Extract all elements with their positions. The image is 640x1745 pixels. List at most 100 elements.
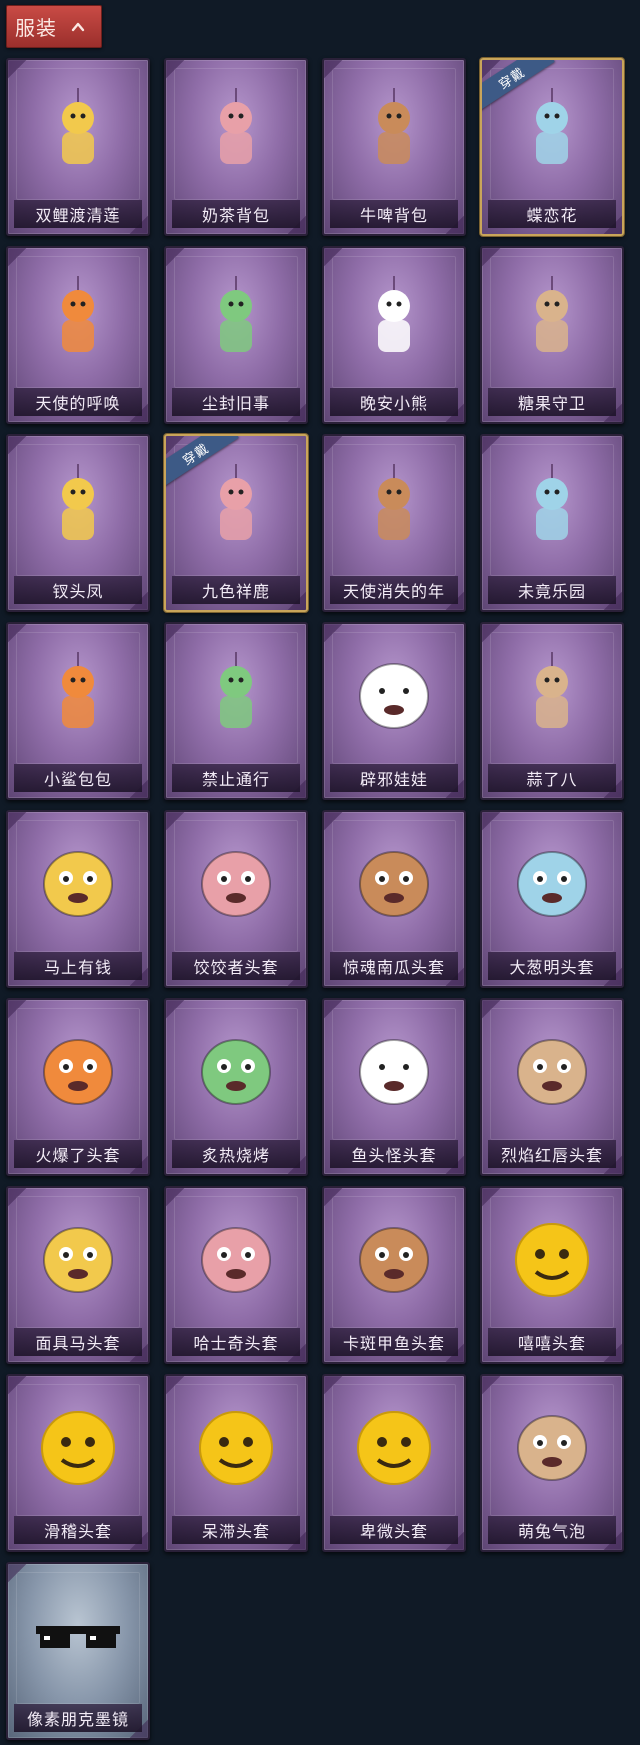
outfit-card[interactable]: 糖果守卫 [480,246,624,424]
card-label-bar: 呆滞头套 [172,1516,300,1544]
card-label-bar: 小鲨包包 [14,764,142,792]
card-label-bar: 钗头凤 [14,576,142,604]
outfit-card[interactable]: 哈士奇头套 [164,1186,308,1364]
card-label-bar: 卑微头套 [330,1516,458,1544]
outfit-card[interactable]: 嘻嘻头套 [480,1186,624,1364]
outfit-card[interactable]: 鱼头怪头套 [322,998,466,1176]
outfit-card[interactable]: 卑微头套 [322,1374,466,1552]
bunny-girl-doll-icon [504,458,600,554]
card-corner-decoration [8,812,27,831]
outfit-grid: 双鲤渡清莲 奶茶背包 牛啤背包 蝶恋花 穿戴天使的呼唤 尘封旧事 晚安小熊 糖果守卫钗头凤 九色… [0,0,640,1745]
outfit-card[interactable]: 惊魂南瓜头套 [322,810,466,988]
fish-head-icon [346,1022,442,1118]
outfit-card[interactable]: 九色祥鹿 穿戴 [164,434,308,612]
card-corner-decoration [166,812,185,831]
outfit-name: 钗头凤 [52,582,104,601]
card-corner-decoration [482,1000,501,1019]
outfit-name: 像素朋克墨镜 [26,1710,129,1729]
card-corner-decoration [166,60,185,79]
outfit-card[interactable]: 牛啤背包 [322,58,466,236]
outfit-name: 双鲤渡清莲 [35,206,121,225]
outfit-card[interactable]: 双鲤渡清莲 [6,58,150,236]
card-corner-decoration [8,436,27,455]
humble-emoji-head-icon [346,1398,442,1494]
card-corner-decoration [8,624,27,643]
outfit-card[interactable]: 天使的呼唤 [6,246,150,424]
girl-head-icon [346,646,442,742]
cloud-head-icon [188,834,284,930]
outfit-name: 面具马头套 [35,1334,121,1353]
outfit-card[interactable]: 天使消失的年 [322,434,466,612]
outfit-card[interactable]: 辟邪娃娃 [322,622,466,800]
card-label-bar: 天使消失的年 [330,576,458,604]
card-label-bar: 萌兔气泡 [488,1516,616,1544]
outfit-name: 惊魂南瓜头套 [342,958,445,977]
card-corner-decoration [166,1188,185,1207]
card-corner-decoration [324,1376,343,1395]
card-label-bar: 牛啤背包 [330,200,458,228]
outfit-card[interactable]: 禁止通行 [164,622,308,800]
outfit-name: 饺饺者头套 [193,958,279,977]
card-corner-decoration [482,248,501,267]
outfit-card[interactable]: 面具马头套 [6,1186,150,1364]
outfit-name: 九色祥鹿 [201,582,270,601]
outfit-name: 蝶恋花 [526,206,578,225]
outfit-card[interactable]: 萌兔气泡 [480,1374,624,1552]
outfit-name: 火爆了头套 [35,1146,121,1165]
outfit-name: 鱼头怪头套 [351,1146,437,1165]
outfit-card[interactable]: 大葱明头套 [480,810,624,988]
outfit-name: 炙热烧烤 [201,1146,270,1165]
card-label-bar: 滑稽头套 [14,1516,142,1544]
outfit-card[interactable]: 卡斑甲鱼头套 [322,1186,466,1364]
outfit-card[interactable]: 未竟乐园 [480,434,624,612]
pumpkin-head-icon [346,834,442,930]
outfit-card[interactable]: 蝶恋花 穿戴 [480,58,624,236]
outfit-card[interactable]: 蒜了八 [480,622,624,800]
outfit-name: 哈士奇头套 [193,1334,279,1353]
garlic-icon [504,646,600,742]
card-corner-decoration [324,60,343,79]
card-corner-decoration [8,1188,27,1207]
outfit-card[interactable]: 饺饺者头套 [164,810,308,988]
outfit-card[interactable]: 烈焰红唇头套 [480,998,624,1176]
outfit-card[interactable]: 炙热烧烤 [164,998,308,1176]
koi-lotus-icon [30,82,126,178]
outfit-card[interactable]: 火爆了头套 [6,998,150,1176]
shark-bag-icon [30,646,126,742]
outfit-card[interactable]: 钗头凤 [6,434,150,612]
card-label-bar: 卡斑甲鱼头套 [330,1328,458,1356]
outfit-card[interactable]: 奶茶背包 [164,58,308,236]
card-label-bar: 饺饺者头套 [172,952,300,980]
card-label-bar: 禁止通行 [172,764,300,792]
card-label-bar: 嘻嘻头套 [488,1328,616,1356]
card-corner-decoration [482,624,501,643]
card-corner-decoration [8,1564,27,1583]
outfit-name: 尘封旧事 [201,394,270,413]
outfit-card[interactable]: 尘封旧事 [164,246,308,424]
card-corner-decoration [324,1188,343,1207]
card-corner-decoration [482,812,501,831]
card-corner-decoration [8,1376,27,1395]
card-label-bar: 蒜了八 [488,764,616,792]
outfit-card[interactable]: 小鲨包包 [6,622,150,800]
card-corner-decoration [8,248,27,267]
outfit-card[interactable]: 晚安小熊 [322,246,466,424]
deer-charm-icon [188,458,284,554]
card-label-bar: 炙热烧烤 [172,1140,300,1168]
card-corner-decoration [324,1000,343,1019]
outfit-card[interactable]: 马上有钱 [6,810,150,988]
outfit-card[interactable]: 像素朋克墨镜 [6,1562,150,1740]
card-corner-decoration [166,1376,185,1395]
red-horse-head-icon [30,834,126,930]
card-label-bar: 奶茶背包 [172,200,300,228]
outfit-card[interactable]: 滑稽头套 [6,1374,150,1552]
card-corner-decoration [324,812,343,831]
outfit-name: 未竟乐园 [517,582,586,601]
bok-choy-head-icon [504,834,600,930]
outfit-card[interactable]: 呆滞头套 [164,1374,308,1552]
outfit-name: 糖果守卫 [517,394,586,413]
card-label-bar: 未竟乐园 [488,576,616,604]
outfit-name: 晚安小熊 [359,394,428,413]
husky-head-icon [188,1210,284,1306]
horse-mask-icon [30,1210,126,1306]
